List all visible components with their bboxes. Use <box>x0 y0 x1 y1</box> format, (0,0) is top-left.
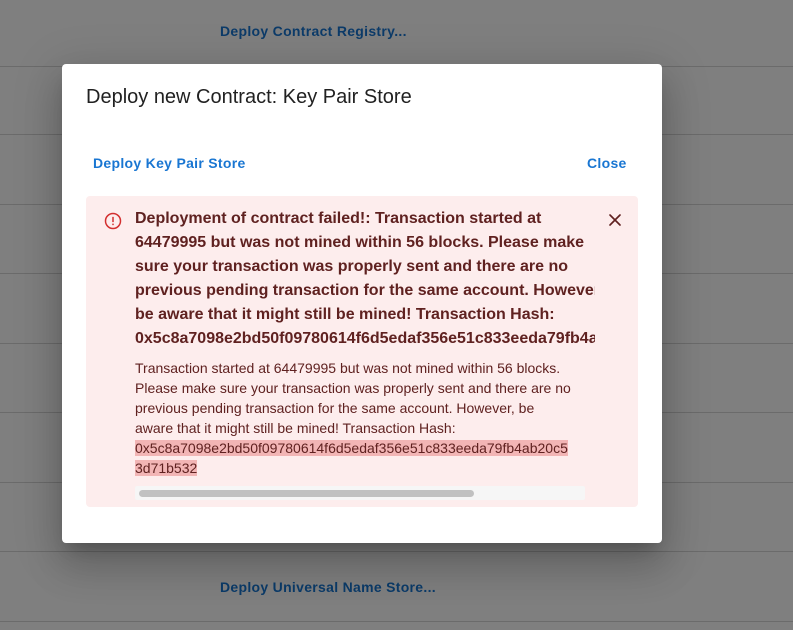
alert-message-line: Transaction started at 64479995 but was … <box>135 360 561 376</box>
dialog-title: Deploy new Contract: Key Pair Store <box>86 86 412 108</box>
alert-title-line: 64479995 but was not mined within 56 blo… <box>135 234 585 251</box>
error-alert: Deployment of contract failed!: Transact… <box>86 196 638 507</box>
error-outline-icon <box>104 212 122 230</box>
alert-title-line: be aware that it might still be mined! T… <box>135 306 555 323</box>
alert-title: Deployment of contract failed!: Transact… <box>135 207 595 351</box>
horizontal-scrollbar[interactable] <box>135 486 585 500</box>
alert-title-line: Deployment of contract failed!: Transact… <box>135 210 542 227</box>
alert-title-line: previous pending transaction for the sam… <box>135 282 595 299</box>
deploy-contract-dialog: Deploy new Contract: Key Pair Store Depl… <box>62 64 662 543</box>
alert-message-line: Please make sure your transaction was pr… <box>135 380 571 396</box>
alert-title-line: 0x5c8a7098e2bd50f09780614f6d5edaf356e51c… <box>135 330 595 347</box>
alert-message: Transaction started at 64479995 but was … <box>135 358 585 478</box>
alert-message-line: aware that it might still be mined! Tran… <box>135 420 456 436</box>
alert-title-line: sure your transaction was properly sent … <box>135 258 569 275</box>
alert-message-line: previous pending transaction for the sam… <box>135 400 535 416</box>
scrollbar-thumb[interactable] <box>139 490 474 497</box>
close-button[interactable]: Close <box>579 152 635 174</box>
deploy-key-pair-store-button[interactable]: Deploy Key Pair Store <box>85 152 254 174</box>
transaction-hash-highlight: 0x5c8a7098e2bd50f09780614f6d5edaf356e51c… <box>135 440 568 456</box>
transaction-hash-highlight: 3d71b532 <box>135 460 198 476</box>
close-icon[interactable] <box>605 210 625 230</box>
